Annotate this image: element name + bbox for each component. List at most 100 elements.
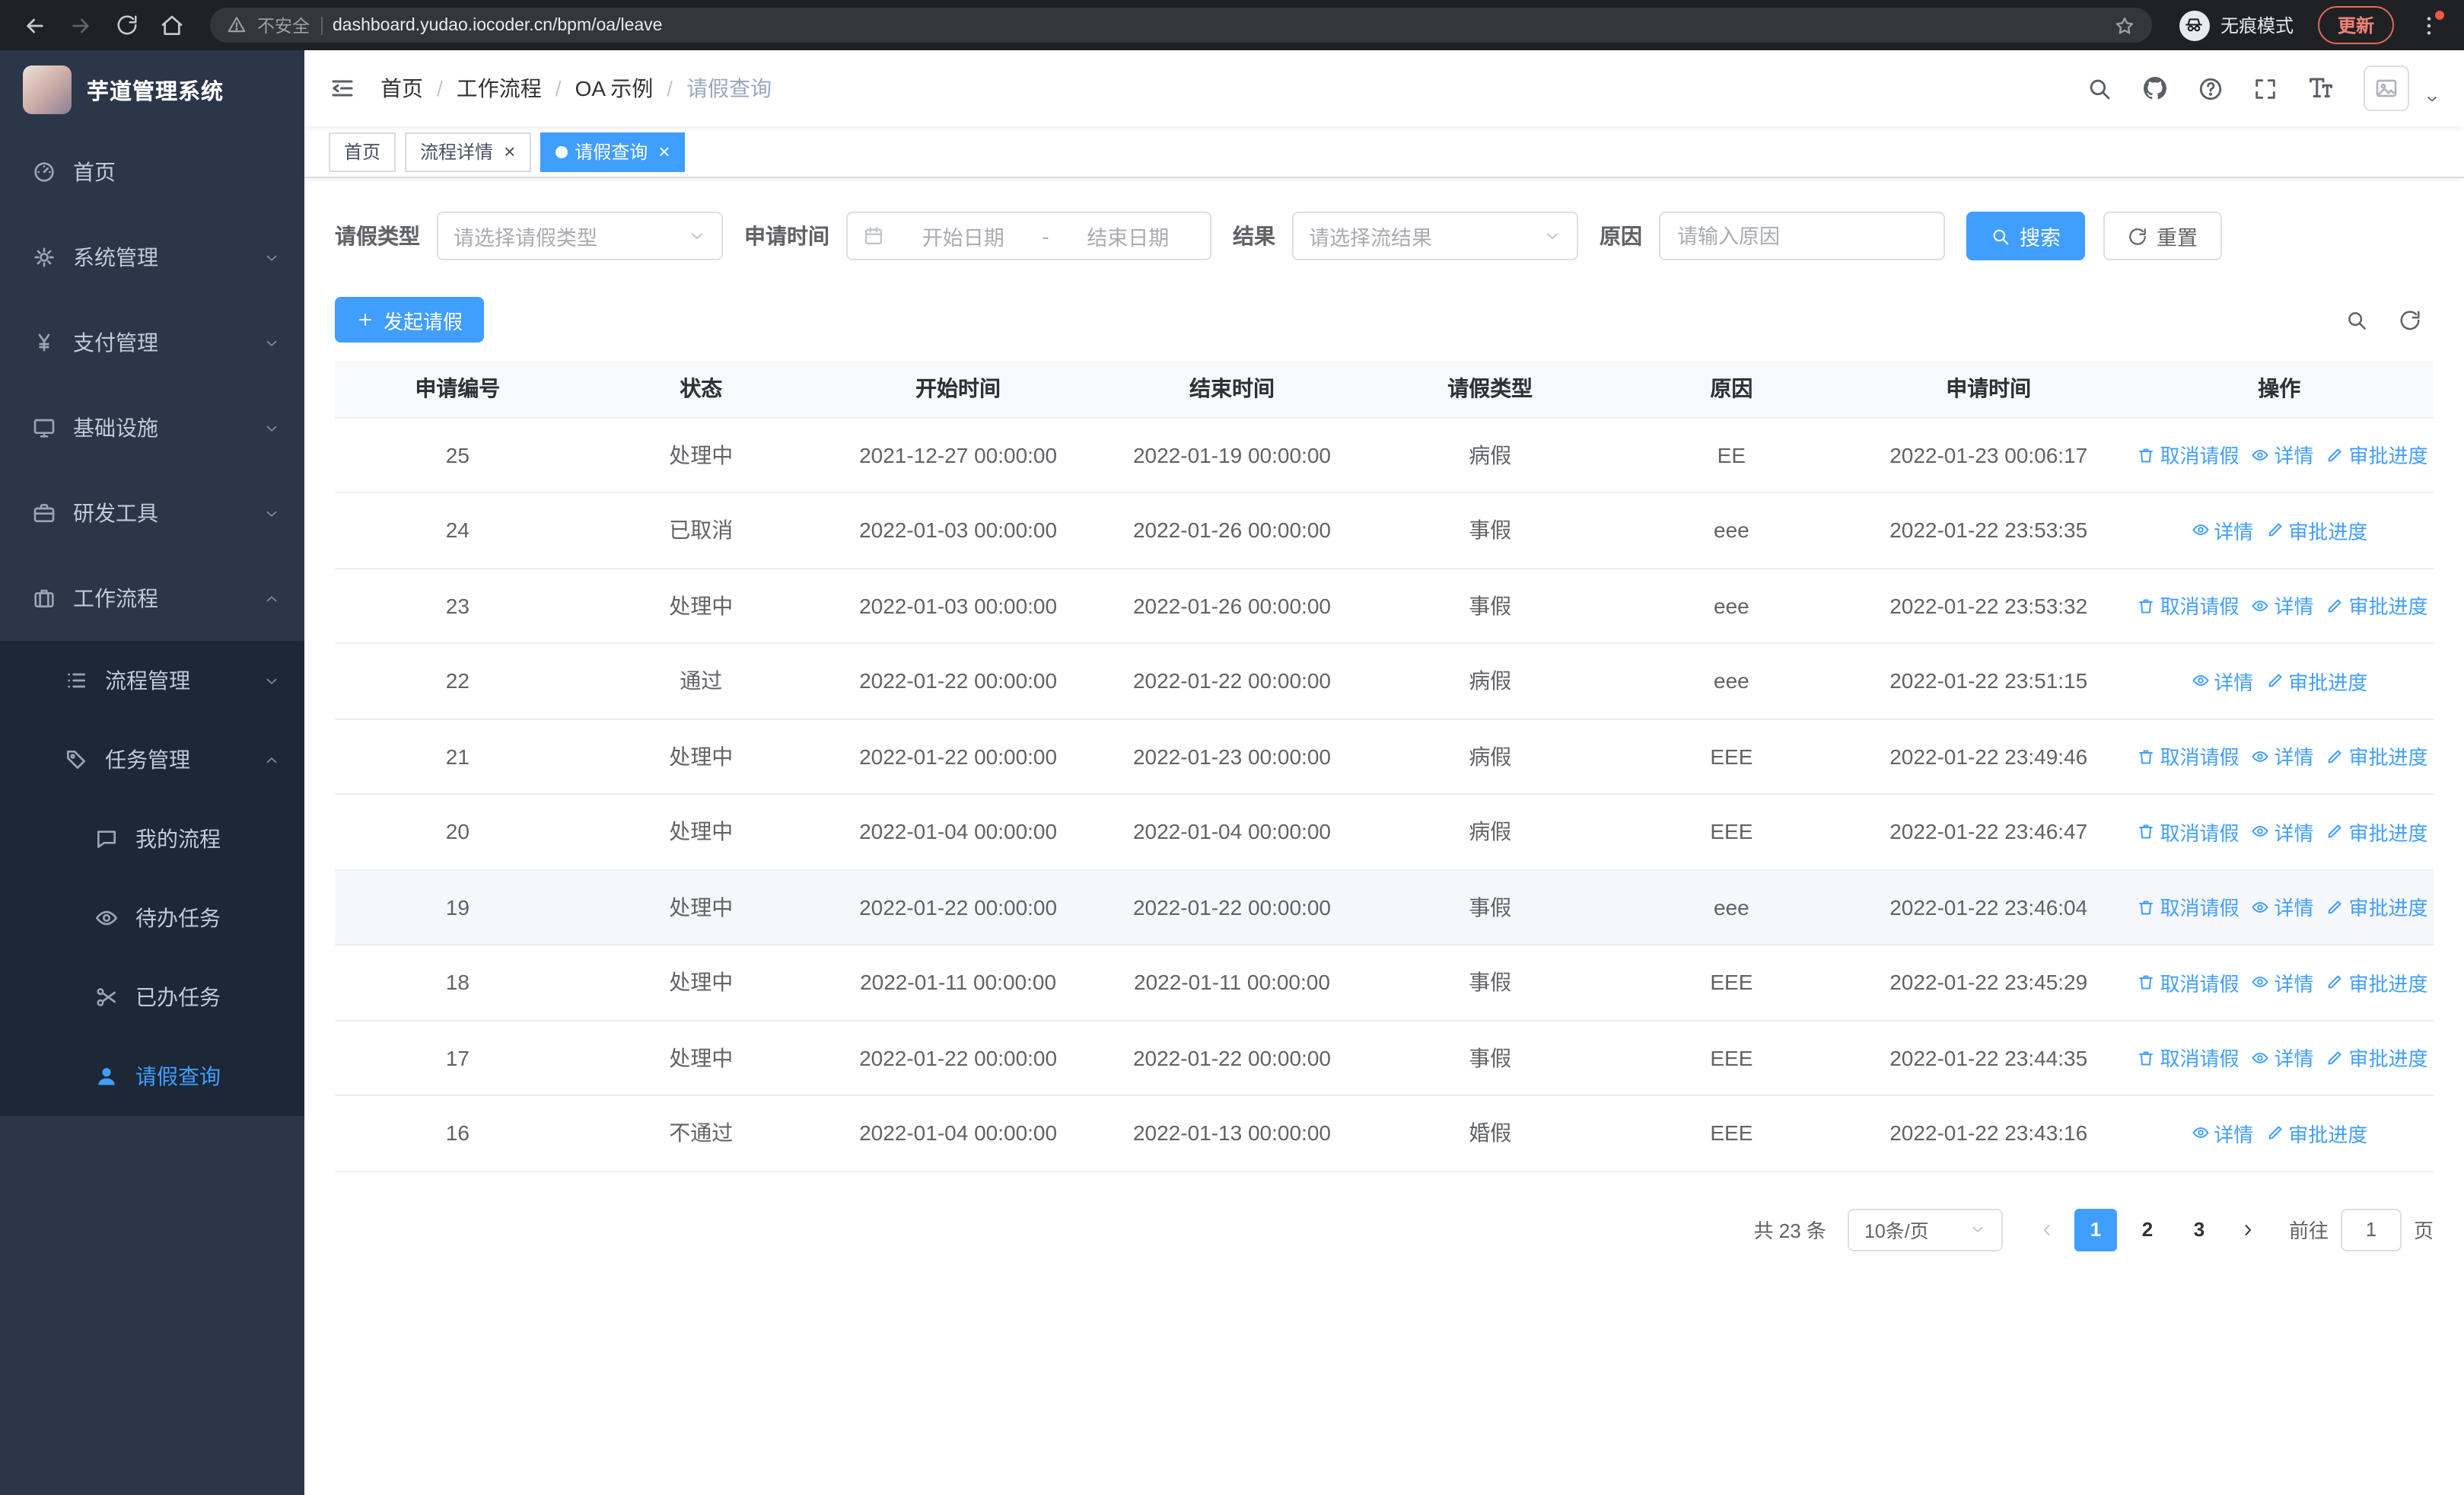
table-cell: 2022-01-04 00:00:00 bbox=[1094, 794, 1370, 870]
tab-process-detail[interactable]: 流程详情 × bbox=[405, 132, 531, 171]
column-header: 结束时间 bbox=[1094, 361, 1370, 418]
sidebar-item-system-management[interactable]: 系统管理 bbox=[0, 215, 304, 300]
create-leave-button[interactable]: 发起请假 bbox=[335, 297, 485, 343]
breadcrumb-item[interactable]: 首页 bbox=[380, 73, 423, 104]
detail-link[interactable]: 详情 bbox=[2191, 667, 2253, 696]
detail-link[interactable]: 详情 bbox=[2252, 818, 2314, 846]
table-cell: 事假 bbox=[1369, 869, 1611, 945]
cancel-leave-link[interactable]: 取消请假 bbox=[2137, 818, 2240, 846]
approval-progress-link[interactable]: 审批进度 bbox=[2265, 516, 2367, 545]
tab-label: 首页 bbox=[344, 142, 381, 163]
scissors-icon bbox=[94, 985, 119, 1009]
table-cell: 2022-01-22 00:00:00 bbox=[1094, 869, 1370, 945]
approval-progress-link[interactable]: 审批进度 bbox=[2326, 893, 2428, 922]
forward-button[interactable] bbox=[61, 5, 100, 45]
calendar-icon bbox=[863, 225, 884, 247]
cancel-leave-link[interactable]: 取消请假 bbox=[2137, 591, 2240, 620]
eye-icon bbox=[2252, 748, 2270, 766]
tab-leave-query[interactable]: 请假查询 × bbox=[540, 132, 686, 171]
search-button[interactable]: 搜索 bbox=[1966, 212, 2085, 260]
bookmark-star-icon[interactable] bbox=[2114, 14, 2135, 36]
sidebar-item-done-tasks[interactable]: 已办任务 bbox=[0, 958, 304, 1037]
fullscreen-icon[interactable] bbox=[2252, 75, 2278, 101]
sidebar-item-todo-tasks[interactable]: 待办任务 bbox=[0, 878, 304, 958]
column-header: 申请编号 bbox=[335, 361, 581, 418]
page-button-2[interactable]: 2 bbox=[2126, 1208, 2169, 1251]
sidebar-item-process-management[interactable]: 流程管理 bbox=[0, 641, 304, 720]
detail-link[interactable]: 详情 bbox=[2252, 742, 2314, 771]
refresh-table-icon[interactable] bbox=[2399, 308, 2421, 331]
tab-home[interactable]: 首页 bbox=[329, 132, 396, 171]
breadcrumb-item[interactable]: 工作流程 bbox=[457, 73, 542, 104]
detail-link[interactable]: 详情 bbox=[2252, 1044, 2314, 1073]
help-icon[interactable] bbox=[2198, 75, 2224, 101]
sidebar-item-infrastructure[interactable]: 基础设施 bbox=[0, 385, 304, 470]
delete-icon bbox=[2137, 446, 2155, 464]
cancel-leave-link[interactable]: 取消请假 bbox=[2137, 893, 2240, 922]
cancel-leave-link[interactable]: 取消请假 bbox=[2137, 441, 2240, 470]
prev-page-button[interactable] bbox=[2024, 1208, 2070, 1251]
detail-link[interactable]: 详情 bbox=[2191, 516, 2253, 545]
page-button-1[interactable]: 1 bbox=[2074, 1208, 2117, 1251]
breadcrumb-item[interactable]: OA 示例 bbox=[575, 73, 654, 104]
cancel-leave-link[interactable]: 取消请假 bbox=[2137, 1044, 2240, 1073]
sidebar-item-label: 支付管理 bbox=[73, 330, 158, 355]
approval-progress-link[interactable]: 审批进度 bbox=[2326, 591, 2428, 620]
chevron-up-icon bbox=[263, 590, 280, 607]
approval-progress-link[interactable]: 审批进度 bbox=[2265, 1119, 2367, 1148]
browser-menu-button[interactable] bbox=[2409, 5, 2449, 45]
reset-button[interactable]: 重置 bbox=[2103, 212, 2222, 260]
leave-type-select[interactable]: 请选择请假类型 bbox=[437, 212, 723, 260]
detail-link[interactable]: 详情 bbox=[2191, 1119, 2253, 1148]
detail-link[interactable]: 详情 bbox=[2252, 441, 2314, 470]
image-placeholder-icon bbox=[2374, 76, 2399, 100]
approval-progress-link[interactable]: 审批进度 bbox=[2326, 742, 2428, 771]
font-size-icon[interactable] bbox=[2307, 75, 2335, 102]
toggle-search-icon[interactable] bbox=[2345, 308, 2368, 331]
page-button-3[interactable]: 3 bbox=[2178, 1208, 2220, 1251]
detail-link[interactable]: 详情 bbox=[2252, 893, 2314, 922]
home-button[interactable] bbox=[152, 5, 192, 45]
table-cell: 2022-01-22 23:44:35 bbox=[1851, 1020, 2125, 1096]
actions-cell: 取消请假 详情 审批进度 bbox=[2125, 417, 2434, 493]
next-page-button[interactable] bbox=[2225, 1208, 2271, 1251]
sidebar-item-task-management[interactable]: 任务管理 bbox=[0, 720, 304, 799]
cancel-leave-link[interactable]: 取消请假 bbox=[2137, 968, 2240, 997]
detail-link[interactable]: 详情 bbox=[2252, 968, 2314, 997]
eye-icon bbox=[94, 906, 119, 930]
sidebar-item-leave-query[interactable]: 请假查询 bbox=[0, 1037, 304, 1116]
sidebar-collapse-button[interactable] bbox=[329, 75, 356, 102]
approval-progress-link[interactable]: 审批进度 bbox=[2326, 441, 2428, 470]
table-cell: 2022-01-22 23:43:16 bbox=[1851, 1095, 2125, 1171]
sidebar-item-dev-tools[interactable]: 研发工具 bbox=[0, 470, 304, 556]
address-bar[interactable]: 不安全 dashboard.yudao.iocoder.cn/bpm/oa/le… bbox=[210, 8, 2152, 43]
goto-page-input[interactable] bbox=[2340, 1208, 2402, 1251]
update-button[interactable]: 更新 bbox=[2317, 6, 2394, 44]
user-icon bbox=[94, 1064, 119, 1089]
reload-button[interactable] bbox=[107, 5, 146, 45]
close-tab-icon[interactable]: × bbox=[504, 142, 515, 161]
detail-link[interactable]: 详情 bbox=[2252, 591, 2314, 620]
browser-chrome: 不安全 dashboard.yudao.iocoder.cn/bpm/oa/le… bbox=[0, 0, 2464, 50]
page-size-select[interactable]: 10条/页 bbox=[1847, 1208, 2003, 1251]
reason-input[interactable] bbox=[1659, 212, 1945, 260]
github-icon[interactable] bbox=[2141, 75, 2169, 102]
approval-progress-link[interactable]: 审批进度 bbox=[2326, 1044, 2428, 1073]
avatar[interactable] bbox=[2364, 65, 2409, 111]
cancel-leave-link[interactable]: 取消请假 bbox=[2137, 742, 2240, 771]
apply-time-range[interactable]: 开始日期 - 结束日期 bbox=[846, 212, 1211, 260]
result-select[interactable]: 请选择流结果 bbox=[1292, 212, 1578, 260]
sidebar-item-my-processes[interactable]: 我的流程 bbox=[0, 799, 304, 878]
chevron-down-icon bbox=[263, 505, 280, 521]
sidebar-item-home[interactable]: 首页 bbox=[0, 129, 304, 215]
sidebar-item-payment-management[interactable]: 支付管理 bbox=[0, 300, 304, 385]
search-icon[interactable] bbox=[2087, 75, 2112, 101]
table-cell: 22 bbox=[335, 643, 581, 719]
approval-progress-link[interactable]: 审批进度 bbox=[2326, 968, 2428, 997]
close-tab-icon[interactable]: × bbox=[658, 142, 670, 161]
approval-progress-link[interactable]: 审批进度 bbox=[2326, 818, 2428, 846]
back-button[interactable] bbox=[15, 5, 55, 45]
table-cell: 2022-01-22 00:00:00 bbox=[821, 869, 1095, 945]
approval-progress-link[interactable]: 审批进度 bbox=[2265, 667, 2367, 696]
sidebar-item-workflow[interactable]: 工作流程 bbox=[0, 556, 304, 641]
